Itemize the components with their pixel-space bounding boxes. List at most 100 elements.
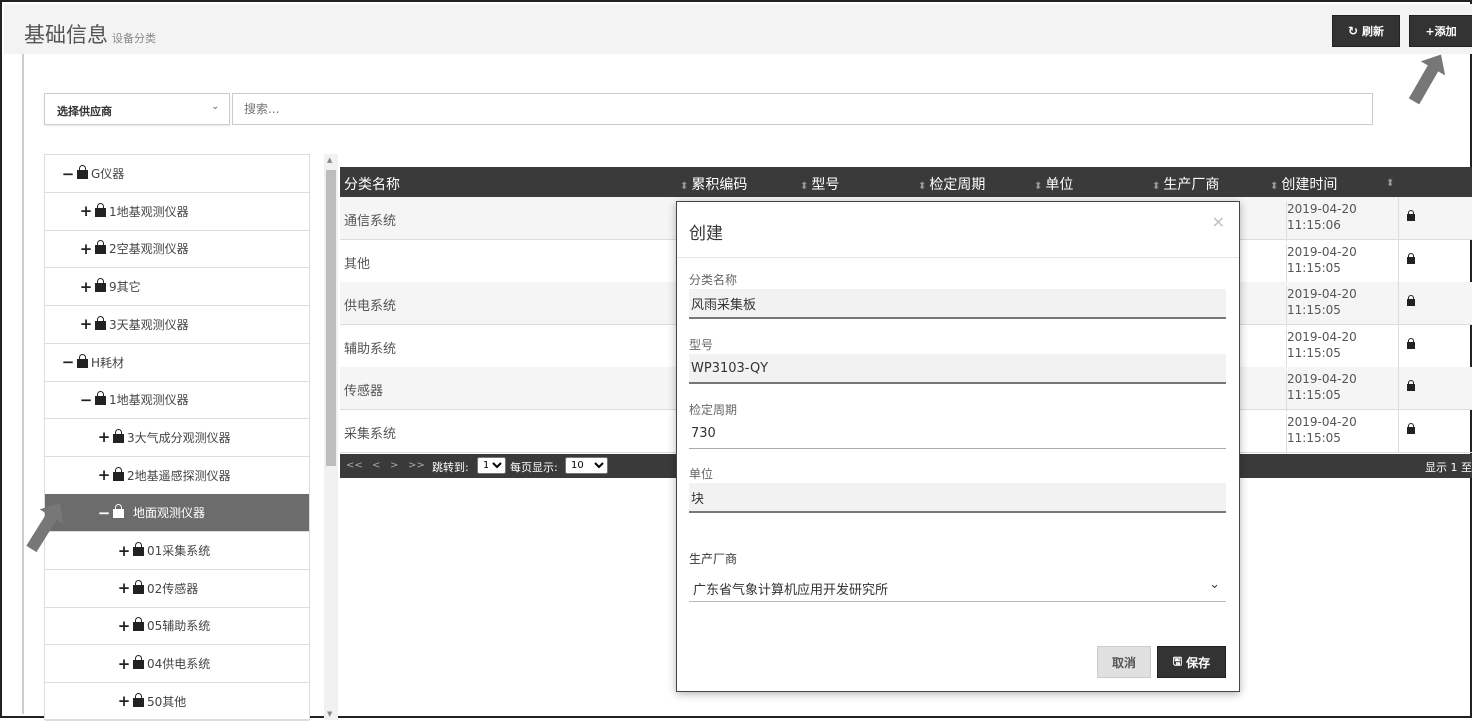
column-header[interactable]: ⬍ 生产厂商: [1152, 174, 1219, 194]
row-action[interactable]: [1398, 324, 1472, 368]
collapse-icon[interactable]: −: [79, 391, 93, 409]
lock-icon[interactable]: [1407, 422, 1415, 434]
lock-icon: [133, 617, 144, 632]
tree-item[interactable]: +1地基观测仪器: [45, 193, 309, 231]
scroll-down-icon[interactable]: ▼: [327, 710, 332, 718]
sort-icon: ⬍: [1152, 181, 1161, 192]
tree-item-label: 3天基观测仪器: [109, 317, 189, 332]
content-divider: [22, 54, 24, 714]
sort-icon[interactable]: ⬍: [1386, 174, 1397, 190]
add-button[interactable]: +添加: [1409, 15, 1472, 47]
row-action[interactable]: [1398, 282, 1472, 325]
cancel-button[interactable]: 取消: [1097, 646, 1151, 678]
lock-icon[interactable]: [1407, 337, 1415, 349]
column-header[interactable]: ⬍ 检定周期: [918, 174, 985, 194]
save-icon: 🖫: [1172, 654, 1183, 668]
scrollbar-thumb[interactable]: [326, 170, 336, 466]
expand-icon[interactable]: +: [79, 315, 93, 333]
lock-icon[interactable]: [1407, 295, 1415, 306]
save-button[interactable]: 🖫 保存: [1157, 646, 1226, 678]
page-select[interactable]: 1: [477, 457, 506, 474]
expand-icon[interactable]: +: [79, 240, 93, 258]
lock-icon: [133, 579, 144, 594]
expand-icon[interactable]: +: [117, 617, 131, 635]
dialog-divider: [677, 257, 1239, 258]
expand-icon[interactable]: +: [117, 579, 131, 597]
column-header[interactable]: ⬍ 型号: [800, 174, 839, 194]
sort-icon: ⬍: [1270, 181, 1279, 192]
collapse-icon[interactable]: −: [61, 353, 75, 371]
model-input[interactable]: [689, 354, 1226, 384]
tree-item[interactable]: +04供电系统: [45, 645, 309, 684]
unit-input[interactable]: [689, 483, 1226, 513]
category-tree: − G仪器 +1地基观测仪器 +2空基观测仪器 +9其它 +3天基观测仪器 − H耗材 −1地基…: [44, 154, 310, 721]
row-action[interactable]: [1398, 367, 1472, 410]
lock-icon[interactable]: [1407, 380, 1415, 391]
tree-item[interactable]: +2空基观测仪器: [45, 230, 309, 269]
column-header[interactable]: ⬍ 单位: [1034, 174, 1073, 194]
tree-item-label: 02传感器: [147, 581, 199, 596]
close-icon[interactable]: ×: [1212, 212, 1225, 231]
category-name-input[interactable]: [689, 289, 1226, 319]
annotation-arrow-icon: [1408, 63, 1440, 105]
tree-item[interactable]: − 地面观测仪器: [45, 494, 309, 533]
row-action[interactable]: [1398, 239, 1472, 283]
tree-item[interactable]: − 1地基观测仪器: [45, 381, 309, 420]
tree-item-label: 地面观测仪器: [133, 506, 206, 521]
refresh-button[interactable]: ↻ 刷新: [1332, 15, 1400, 47]
tree-item[interactable]: +3大气成分观测仪器: [45, 419, 309, 457]
last-page-button[interactable]: >>: [408, 460, 425, 471]
app-frame: 基础信息设备分类 ↻刷新 +添加 选择供应商⌄ −G仪器+1地基观测仪器+2空基…: [0, 0, 1472, 721]
row-action[interactable]: [1398, 197, 1472, 240]
tree-item[interactable]: +9其它: [45, 268, 309, 307]
prev-page-button[interactable]: <: [372, 460, 380, 471]
tree-item-label: H耗材: [91, 355, 125, 370]
expand-icon[interactable]: +: [79, 202, 93, 220]
supplier-select[interactable]: 选择供应商 ⌄: [44, 93, 230, 125]
model-label: 型号: [689, 338, 714, 352]
first-page-button[interactable]: <<: [346, 460, 363, 471]
manufacturer-select[interactable]: 广东省气象计算机应用开发研究所 ⌄: [689, 572, 1226, 602]
tree-item[interactable]: +3天基观测仪器: [45, 306, 309, 344]
column-header[interactable]: ⬍ 创建时间: [1270, 174, 1337, 194]
expand-icon[interactable]: +: [117, 692, 131, 710]
tree-item[interactable]: +2地基遥感探测仪器: [45, 457, 309, 495]
create-dialog: 创建 × 分类名称 型号 检定周期 单位 生产厂商 广东省气象计算机应用开发研究…: [676, 201, 1240, 692]
tree-item[interactable]: − H耗材: [45, 344, 309, 382]
lock-icon[interactable]: [1407, 210, 1415, 221]
calibration-period-input[interactable]: [689, 419, 1226, 449]
tree-scrollbar[interactable]: ▲ ▼: [324, 154, 338, 720]
expand-icon[interactable]: +: [97, 466, 111, 484]
expand-icon[interactable]: +: [117, 542, 131, 560]
row-action[interactable]: [1398, 409, 1472, 453]
tree-item-label: 1地基观测仪器: [109, 204, 189, 219]
tree-item[interactable]: +01采集系统: [45, 532, 309, 570]
column-header[interactable]: ⬍ 累积编码: [680, 174, 747, 194]
lock-icon: [77, 165, 88, 179]
scroll-up-icon[interactable]: ▲: [327, 156, 332, 164]
per-page-select[interactable]: 10: [565, 457, 608, 474]
tree-item-label: 50其他: [147, 694, 187, 709]
lock-icon: [95, 278, 106, 293]
search-input[interactable]: [232, 93, 1373, 125]
collapse-icon[interactable]: −: [61, 165, 75, 183]
category-name-label: 分类名称: [689, 273, 738, 287]
tree-item[interactable]: +50其他: [45, 683, 309, 721]
tree-item-label: 04供电系统: [147, 657, 211, 672]
lock-icon: [113, 504, 124, 519]
collapse-icon[interactable]: −: [97, 504, 111, 522]
expand-icon[interactable]: +: [79, 278, 93, 296]
per-page-label: 每页显示:: [510, 461, 558, 474]
row-name: 采集系统: [344, 426, 397, 442]
column-header[interactable]: 分类名称: [344, 174, 400, 194]
next-page-button[interactable]: >: [390, 460, 398, 471]
expand-icon[interactable]: +: [97, 428, 111, 446]
lock-icon[interactable]: [1407, 252, 1415, 264]
lock-icon: [113, 466, 124, 481]
tree-item-label: G仪器: [91, 167, 125, 181]
tree-item[interactable]: − G仪器: [45, 155, 309, 193]
showing-text: 显示 1 至: [1425, 461, 1472, 474]
expand-icon[interactable]: +: [117, 655, 131, 673]
tree-item[interactable]: +02传感器: [45, 570, 309, 608]
tree-item[interactable]: +05辅助系统: [45, 607, 309, 646]
